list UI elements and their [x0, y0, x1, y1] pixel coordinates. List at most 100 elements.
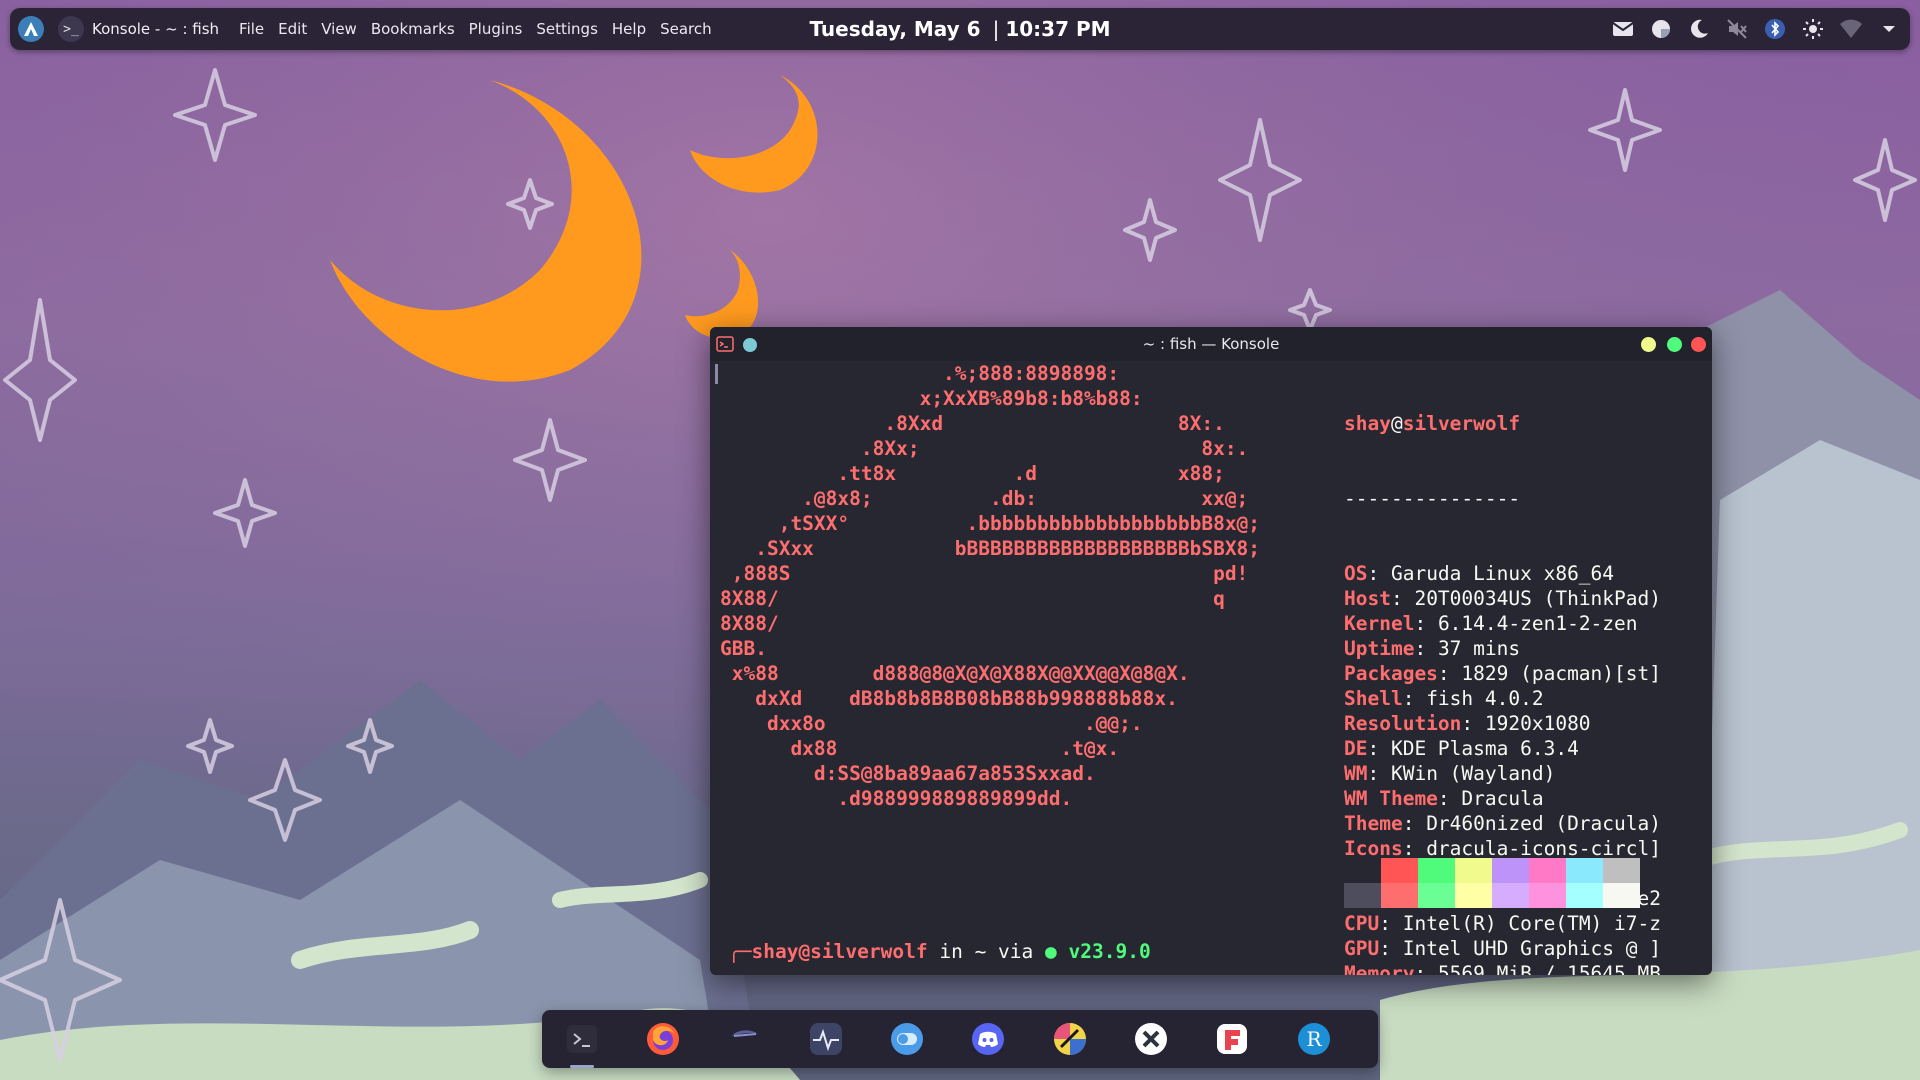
wifi-icon[interactable]	[1838, 16, 1864, 42]
info-row-theme: Theme: Dr460nized (Dracula)	[1344, 812, 1661, 835]
palette-column	[1529, 858, 1566, 908]
konsole-window: ~ : fish — Konsole .%;888:8898898: x;XxX…	[710, 327, 1712, 975]
shell-prompt: ╭─shay@silverwolf in ~ via ● v23.9.0	[728, 939, 1151, 964]
info-key: WM	[1344, 762, 1368, 785]
info-key: Theme	[1344, 812, 1403, 835]
info-value: 20T00034US (ThinkPad)	[1414, 587, 1661, 610]
menu-help[interactable]: Help	[612, 20, 646, 38]
toggle-icon[interactable]	[883, 1015, 931, 1063]
palette-swatch	[1566, 858, 1603, 883]
prompt-in: in	[927, 940, 975, 963]
garuda-ascii-art: .%;888:8898898: x;XxXB%89b8:b8%b88: .8Xx…	[720, 362, 1261, 810]
minimize-button[interactable]	[1641, 337, 1656, 352]
palette-column	[1344, 858, 1381, 908]
palette-swatch	[1529, 858, 1566, 883]
palette-swatch	[1603, 883, 1640, 908]
svg-text:R: R	[1306, 1027, 1322, 1051]
menu-plugins[interactable]: Plugins	[469, 20, 523, 38]
info-row-resolution: Resolution: 1920x1080	[1344, 712, 1591, 735]
info-row-kernel: Kernel: 6.14.4-zen1-2-zen	[1344, 612, 1638, 635]
user-host-line: shay@silverwolf	[1344, 412, 1521, 435]
bluetooth-icon[interactable]	[1762, 16, 1788, 42]
foliate-icon[interactable]	[1208, 1015, 1256, 1063]
palette-column	[1566, 858, 1603, 908]
info-value: Intel(R) Core(TM) i7-z	[1402, 912, 1661, 935]
firefox-icon[interactable]	[639, 1015, 687, 1063]
app-launcher-icon[interactable]	[18, 16, 44, 42]
konsole-task-icon[interactable]: >_	[58, 16, 84, 42]
system-monitor-icon[interactable]	[802, 1015, 850, 1063]
info-value: Intel UHD Graphics @ ]	[1402, 937, 1661, 960]
info-key: CPU	[1344, 912, 1380, 935]
r-app-icon[interactable]: R	[1290, 1015, 1338, 1063]
menu-settings[interactable]: Settings	[536, 20, 598, 38]
info-row-wm: WM: KWin (Wayland)	[1344, 762, 1556, 785]
terminal-icon[interactable]	[558, 1015, 606, 1068]
palette-swatch	[1455, 883, 1492, 908]
menu-file[interactable]: File	[239, 20, 264, 38]
x-app-icon[interactable]	[1127, 1015, 1175, 1063]
menu-edit[interactable]: Edit	[278, 20, 307, 38]
info-value: Garuda Linux x86_64	[1390, 562, 1615, 585]
node-version: v23.9.0	[1056, 940, 1151, 963]
menu-view[interactable]: View	[321, 20, 357, 38]
palette-swatch	[1529, 883, 1566, 908]
panel-left-section: >_ Konsole - ~ : fish File Edit View Boo…	[18, 8, 712, 50]
mail-icon[interactable]	[1610, 16, 1636, 42]
palette-column	[1418, 858, 1455, 908]
krita-icon[interactable]	[1046, 1015, 1094, 1063]
palette-swatch	[1381, 858, 1418, 883]
clock-separator: |	[992, 17, 1000, 41]
garuda-logo-icon	[24, 22, 38, 36]
menu-search[interactable]: Search	[660, 20, 712, 38]
palette-swatch	[1344, 858, 1381, 883]
palette-swatch	[1455, 858, 1492, 883]
info-value: 6.14.4-zen1-2-zen	[1437, 612, 1638, 635]
info-separator: ---------------	[1344, 487, 1521, 510]
palette-swatch	[1344, 883, 1381, 908]
prompt-via: via	[986, 940, 1046, 963]
info-value: 1829 (pacman)[st]	[1461, 662, 1661, 685]
network-speed-icon[interactable]	[1648, 16, 1674, 42]
terminal-output[interactable]: .%;888:8898898: x;XxXB%89b8:b8%b88: .8Xx…	[710, 361, 1712, 975]
maximize-button[interactable]	[1667, 337, 1682, 352]
info-key: Icons	[1344, 837, 1403, 860]
active-window-title[interactable]: Konsole - ~ : fish	[92, 20, 219, 38]
palette-swatch	[1603, 858, 1640, 883]
night-mode-icon[interactable]	[1686, 16, 1712, 42]
clock-date[interactable]: Tuesday, May 6	[809, 17, 980, 41]
prompt-dir: ~	[974, 940, 987, 963]
brightness-icon[interactable]	[1800, 16, 1826, 42]
info-value: KWin (Wayland)	[1390, 762, 1556, 785]
info-key: Packages	[1344, 662, 1438, 685]
palette-column	[1455, 858, 1492, 908]
info-row-packages: Packages: 1829 (pacman)[st]	[1344, 662, 1661, 685]
palette-column	[1603, 858, 1640, 908]
audio-muted-icon[interactable]	[1724, 16, 1750, 42]
top-panel: >_ Konsole - ~ : fish File Edit View Boo…	[10, 8, 1910, 50]
info-value: fish 4.0.2	[1426, 687, 1544, 710]
info-row-memory: Memory: 5569 MiB / 15645 MB	[1344, 961, 1661, 975]
info-value: dracula-icons-circl]	[1426, 837, 1661, 860]
info-row-shell: Shell: fish 4.0.2	[1344, 687, 1544, 710]
discord-icon[interactable]	[964, 1015, 1012, 1063]
window-titlebar[interactable]: ~ : fish — Konsole	[710, 327, 1712, 361]
close-button[interactable]	[1691, 337, 1706, 352]
dolphin-icon[interactable]	[721, 1015, 769, 1063]
palette-swatch	[1418, 858, 1455, 883]
palette-column	[1492, 858, 1529, 908]
palette-swatch	[1418, 883, 1455, 908]
info-key: Host	[1344, 587, 1391, 610]
info-row-wm-theme: WM Theme: Dracula	[1344, 787, 1544, 810]
clock-time[interactable]: 10:37 PM	[1005, 17, 1110, 41]
palette-swatch	[1492, 858, 1529, 883]
palette-column	[1381, 858, 1418, 908]
info-row-os: OS: Garuda Linux x86_64	[1344, 562, 1615, 585]
palette-swatch	[1566, 883, 1603, 908]
info-key: OS	[1344, 562, 1368, 585]
expand-tray-icon[interactable]	[1876, 16, 1902, 42]
info-key: Shell	[1344, 687, 1403, 710]
menu-bookmarks[interactable]: Bookmarks	[371, 20, 455, 38]
dock-icons: R	[558, 1010, 1371, 1068]
color-palette	[1344, 858, 1640, 908]
